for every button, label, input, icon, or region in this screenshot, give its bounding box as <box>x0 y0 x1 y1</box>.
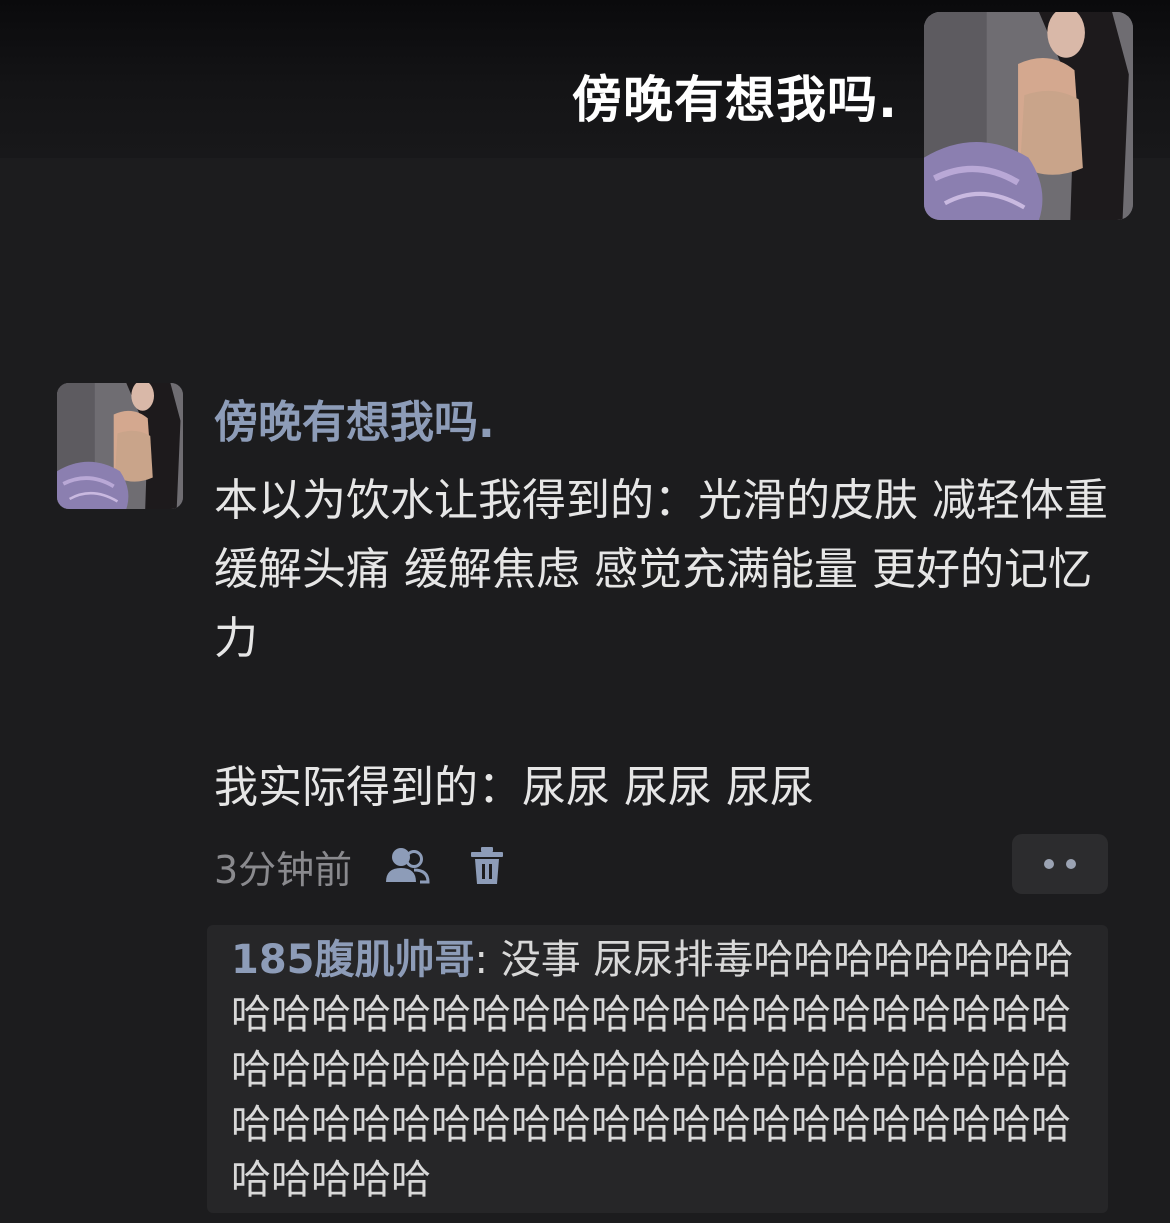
post-author-avatar[interactable] <box>57 383 183 509</box>
comment-author[interactable]: 185腹肌帅哥 <box>231 937 475 983</box>
post-content: 本以为饮水让我得到的：光滑的皮肤 减轻体重 缓解头痛 缓解焦虑 感觉充满能量 更… <box>214 466 1114 822</box>
post-body-paragraph: 我实际得到的：尿尿 尿尿 尿尿 <box>214 762 814 813</box>
post-timestamp: 3分钟前 <box>214 847 353 892</box>
more-dots-icon <box>1066 859 1076 869</box>
post-body-paragraph: 本以为饮水让我得到的：光滑的皮肤 减轻体重 缓解头痛 缓解焦虑 感觉充满能量 更… <box>214 475 1108 664</box>
comment-item[interactable]: 185腹肌帅哥: 没事 尿尿排毒哈哈哈哈哈哈哈哈哈哈哈哈哈哈哈哈哈哈哈哈哈哈哈哈… <box>231 933 1091 1208</box>
header-avatar[interactable] <box>924 12 1133 220</box>
more-dots-icon <box>1044 859 1054 869</box>
post-author-name[interactable]: 傍晚有想我吗. <box>214 386 495 450</box>
top-header: 傍晚有想我吗. <box>0 0 1170 220</box>
header-display-name[interactable]: 傍晚有想我吗. <box>572 60 898 132</box>
comment-separator: : <box>474 937 501 983</box>
user-avatar-photo-icon <box>57 383 183 509</box>
delete-trash-icon[interactable] <box>462 841 512 891</box>
post-meta-row: 3分钟前 <box>214 838 512 894</box>
comments-section: 185腹肌帅哥: 没事 尿尿排毒哈哈哈哈哈哈哈哈哈哈哈哈哈哈哈哈哈哈哈哈哈哈哈哈… <box>207 925 1108 1213</box>
user-avatar-photo-icon <box>924 12 1133 220</box>
more-options-button[interactable] <box>1012 834 1108 894</box>
friends-visibility-icon[interactable] <box>382 841 432 891</box>
